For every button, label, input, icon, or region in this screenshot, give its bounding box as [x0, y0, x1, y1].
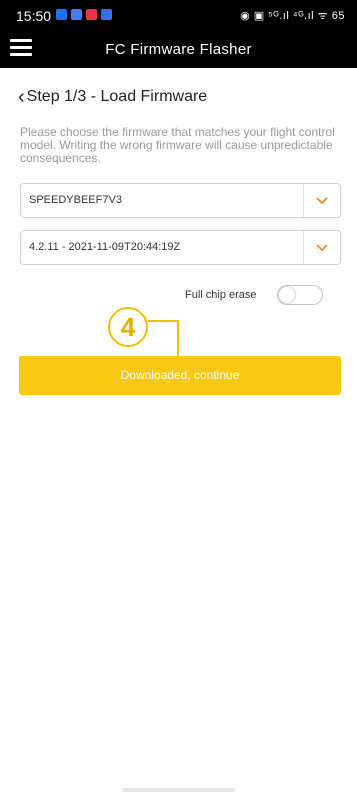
home-indicator [122, 788, 235, 792]
annotation-number: 4 [108, 307, 148, 347]
annotation-connector [148, 320, 179, 356]
continue-button[interactable]: Downloaded, continue [19, 356, 341, 395]
